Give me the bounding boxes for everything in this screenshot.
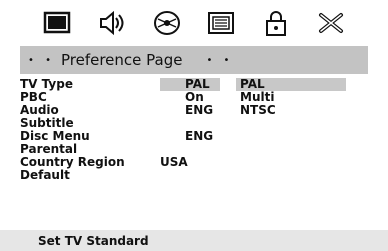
setting-value: ENG (185, 129, 214, 143)
hint-text: Set TV Standard (38, 233, 149, 248)
title-dots-right: • • (206, 54, 234, 66)
setting-value: ENG (185, 103, 214, 117)
tv-type-options: PAL Multi NTSC (236, 78, 346, 117)
setting-value: USA (160, 155, 188, 169)
hint-bar: Set TV Standard (0, 230, 388, 251)
screen-menu-icon[interactable] (204, 8, 238, 38)
lock-icon[interactable] (259, 8, 293, 38)
monitor-icon[interactable] (40, 8, 74, 38)
speaker-icon[interactable] (95, 8, 129, 38)
page-title-bar: • • Preference Page • • (20, 46, 368, 74)
dvd-setup-screen: • • Preference Page • • TV Type PAL PBC … (0, 0, 388, 251)
tools-icon[interactable] (314, 8, 348, 38)
setting-label: Default (20, 168, 70, 182)
disc-icon[interactable] (150, 8, 184, 38)
setup-icon-bar (0, 0, 388, 46)
option-ntsc[interactable]: NTSC (236, 104, 346, 117)
title-dots-left: • • (28, 54, 55, 66)
settings-list: TV Type PAL PBC On Audio ENG Subtitle Di… (20, 78, 220, 182)
setting-row-default[interactable]: Default (20, 169, 220, 182)
page-title: Preference Page (60, 51, 183, 69)
